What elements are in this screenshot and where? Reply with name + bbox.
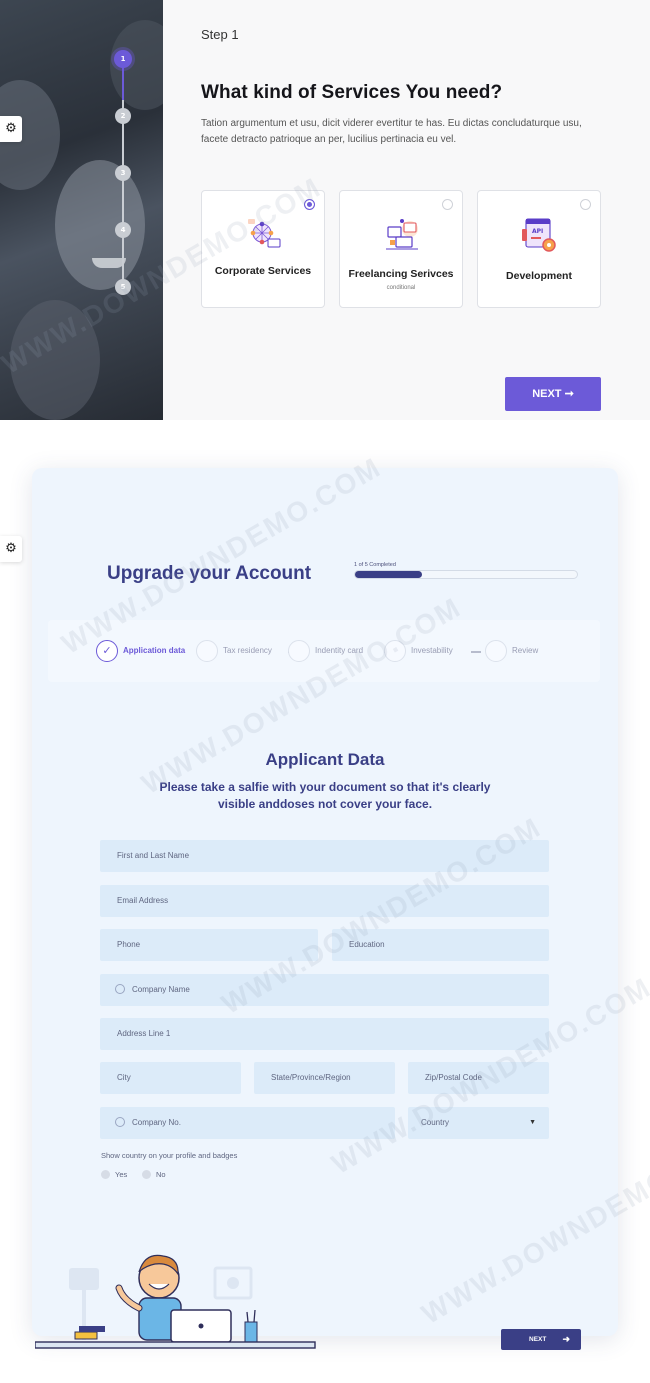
radio-yes[interactable] (101, 1170, 110, 1179)
step-dot-3[interactable]: 3 (115, 165, 131, 181)
city-input[interactable]: City (100, 1062, 241, 1094)
next-button-label: NEXT (532, 388, 562, 400)
next-bottom-label: NEXT (529, 1336, 547, 1343)
address-line-1-input[interactable]: Address Line 1 (100, 1018, 549, 1050)
caret-down-icon: ▼ (529, 1119, 536, 1126)
account-title: Upgrade your Account (107, 563, 312, 584)
arrow-right-icon: ➞ (564, 388, 574, 400)
show-country-label: Show country on your profile and badges (101, 1151, 238, 1160)
step-dot-1[interactable]: 1 (114, 50, 132, 68)
email-placeholder: Email Address (117, 896, 169, 905)
step-circle-tax[interactable] (196, 640, 218, 662)
state-input[interactable]: State/Province/Region (254, 1062, 395, 1094)
step-dot-4[interactable]: 4 (115, 222, 131, 238)
arrow-right-icon: ➜ (562, 1334, 570, 1344)
country-placeholder: Country (421, 1118, 450, 1127)
radio-no-label: No (156, 1170, 166, 1179)
page-title: What kind of Services You need? (201, 82, 503, 103)
step-circle-review[interactable] (485, 640, 507, 662)
check-icon[interactable]: ✓ (96, 640, 118, 662)
address-placeholder: Address Line 1 (117, 1029, 171, 1038)
step-circle-identity[interactable] (288, 640, 310, 662)
progress-bar (354, 570, 578, 579)
step-dot-5[interactable]: 5 (115, 279, 131, 295)
service-name-corporate: Corporate Services (214, 265, 312, 277)
next-button-bottom[interactable]: NEXT ➜ (501, 1329, 581, 1350)
gear-icon[interactable]: ⚙ (0, 116, 22, 142)
step-identity-card[interactable]: Indentity card (315, 646, 363, 655)
service-name-development: Development (506, 270, 572, 282)
company-no-placeholder: Company No. (132, 1118, 181, 1127)
step-separator (471, 651, 481, 653)
company-no-input[interactable]: Company No. (100, 1107, 395, 1139)
api-gear-icon: API (522, 218, 556, 252)
education-input[interactable]: Education (332, 929, 549, 961)
network-icon (248, 219, 281, 248)
form-subtitle: Please take a salfie with your document … (159, 780, 491, 811)
step-application-data[interactable]: Application data (123, 646, 185, 655)
service-radio-freelancing[interactable] (442, 199, 453, 210)
service-card-freelancing[interactable]: Freelancing Serivces conditional (339, 190, 463, 308)
company-name-placeholder: Company Name (132, 985, 190, 994)
radio-yes-label: Yes (115, 1170, 128, 1179)
step-review[interactable]: Review (512, 646, 538, 655)
background-photo (0, 0, 163, 420)
service-card-corporate[interactable]: Corporate Services (201, 190, 325, 308)
email-input[interactable]: Email Address (100, 885, 549, 917)
page-description: Tation argumentum et usu, dicit viderer … (201, 118, 582, 145)
zip-placeholder: Zip/Postal Code (425, 1073, 482, 1082)
full-name-placeholder: First and Last Name (117, 851, 190, 860)
service-name-freelancing: Freelancing Serivces (348, 268, 454, 280)
info-icon (115, 984, 125, 994)
step-investability[interactable]: Investability (411, 646, 453, 655)
info-icon (115, 1117, 125, 1127)
step-circle-investability[interactable] (384, 640, 406, 662)
full-name-input[interactable]: First and Last Name (100, 840, 549, 872)
svg-text:API: API (532, 228, 543, 235)
service-card-development[interactable]: API Development (477, 190, 601, 308)
phone-placeholder: Phone (117, 940, 141, 949)
service-radio-corporate[interactable] (304, 199, 315, 210)
progress-label: 1 of 5 Completed (354, 562, 396, 568)
gear-icon[interactable]: ⚙ (0, 536, 22, 562)
service-sub-freelancing: conditional (386, 285, 416, 291)
zip-input[interactable]: Zip/Postal Code (408, 1062, 549, 1094)
progress-fill (355, 571, 422, 578)
phone-input[interactable]: Phone (100, 929, 318, 961)
person-at-desk-illustration (35, 1254, 316, 1349)
form-title: Applicant Data (265, 750, 385, 769)
workspace-icon (386, 219, 418, 250)
step-tax-residency[interactable]: Tax residency (223, 646, 272, 655)
step-label: Step 1 (201, 27, 239, 42)
country-select[interactable]: Country ▼ (408, 1107, 549, 1139)
radio-no[interactable] (142, 1170, 151, 1179)
state-placeholder: State/Province/Region (271, 1073, 351, 1082)
city-placeholder: City (117, 1073, 131, 1082)
education-placeholder: Education (349, 940, 385, 949)
service-radio-development[interactable] (580, 199, 591, 210)
next-button[interactable]: NEXT ➞ (505, 377, 601, 411)
step-dot-2[interactable]: 2 (115, 108, 131, 124)
company-name-input[interactable]: Company Name (100, 974, 549, 1006)
